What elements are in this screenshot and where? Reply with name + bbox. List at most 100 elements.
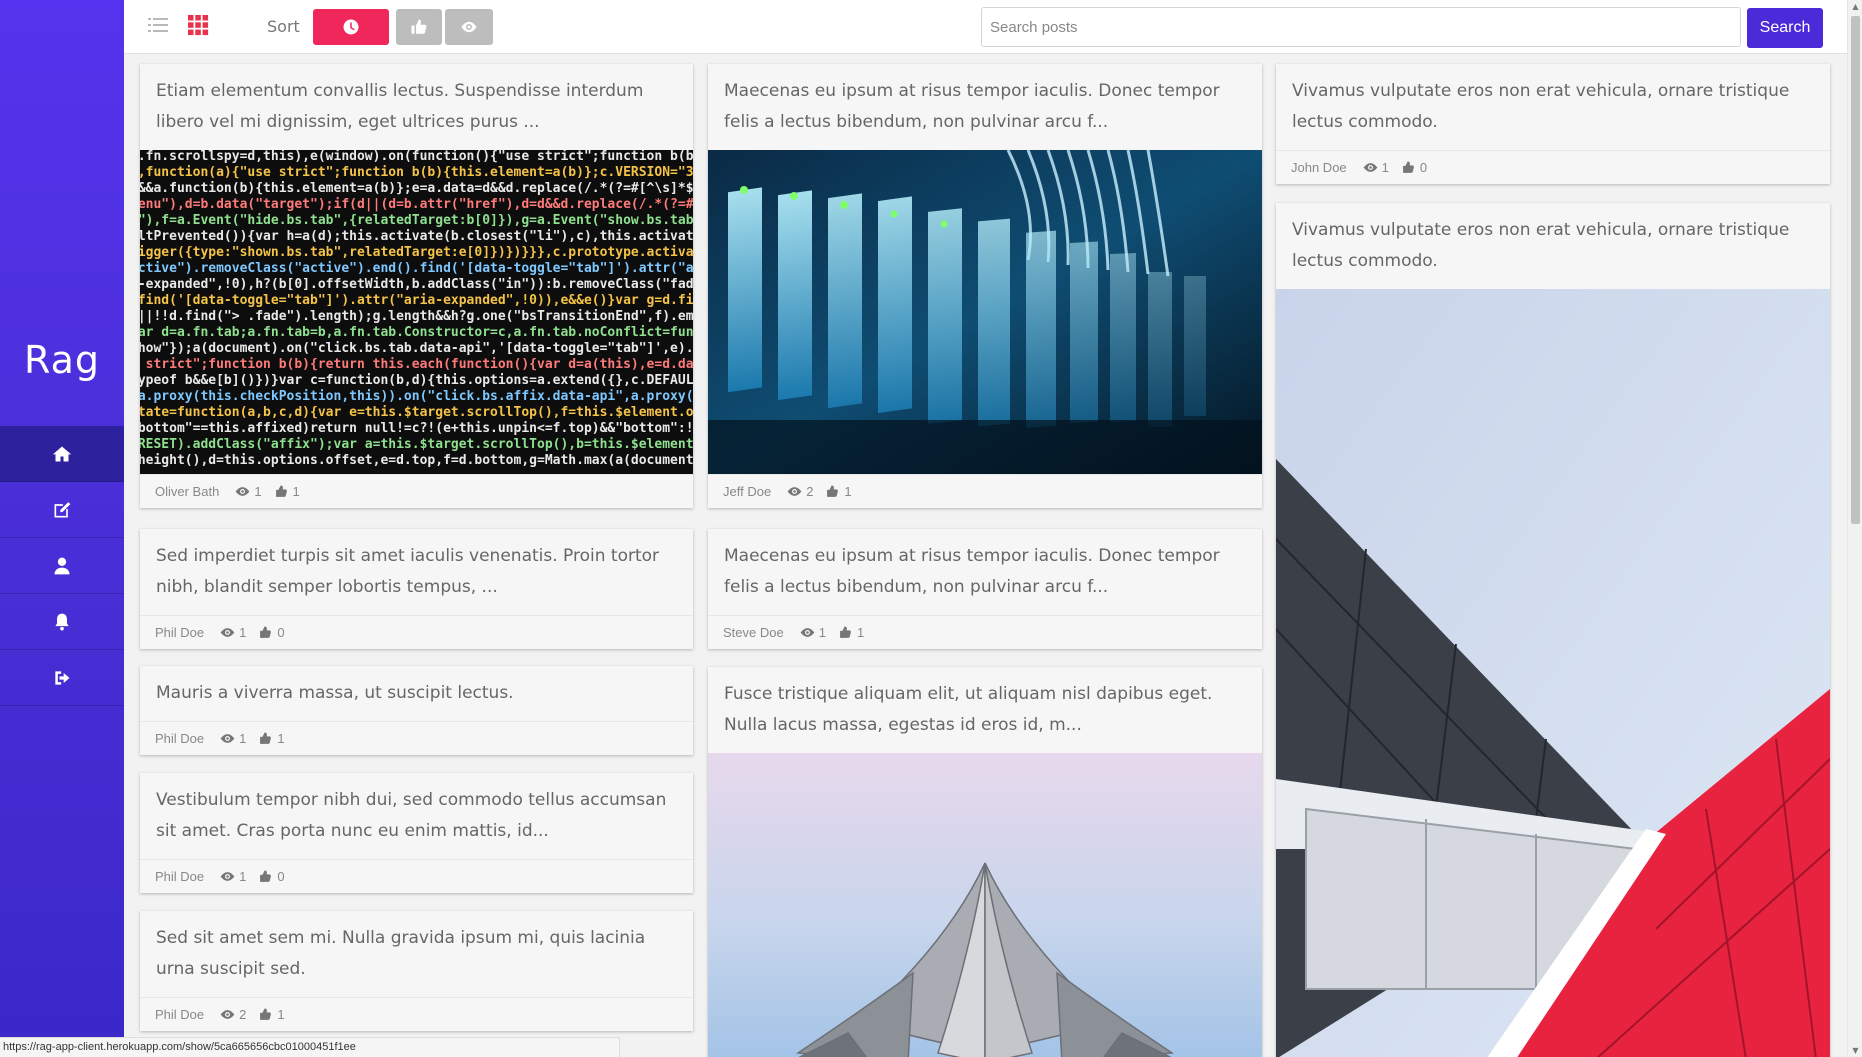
svg-text:e strict";function b(b){return: e strict";function b(b){return this.each… [140, 357, 693, 372]
post-author: Steve Doe [723, 625, 784, 640]
like-count: 1 [292, 484, 300, 499]
post-meta: Phil Doe 1 0 [140, 615, 693, 649]
grid-icon [188, 15, 209, 36]
svg-text:active").removeClass("active"): active").removeClass("active").end().fin… [140, 261, 693, 276]
thumbs-up-icon [827, 485, 839, 497]
post-author: John Doe [1291, 160, 1347, 175]
sort-by-date-button[interactable] [313, 9, 389, 45]
post-card[interactable]: Fusce tristique aliquam elit, ut aliquam… [708, 667, 1262, 1057]
svg-text:)||!!d.find("> .fade").length): )||!!d.find("> .fade").length);g.length&… [140, 309, 693, 324]
post-card[interactable]: Maecenas eu ipsum at risus tempor iaculi… [708, 64, 1262, 508]
bell-icon [55, 613, 69, 630]
like-count: 1 [277, 731, 285, 746]
svg-text:a&&a.function(b){this.element=: a&&a.function(b){this.element=a(b)};e=a.… [140, 181, 693, 196]
post-excerpt: Sed imperdiet turpis sit amet iaculis ve… [140, 529, 693, 615]
view-count: 1 [818, 625, 826, 640]
sidebar-item-notifications[interactable] [0, 594, 124, 650]
svg-text:ultPrevented()){var h=a(d);thi: ultPrevented()){var h=a(d);this.activate… [140, 229, 693, 244]
svg-text:typeof b&&e[b]()})}var c=funct: typeof b&&e[b]()})}var c=function(b,d){t… [140, 373, 693, 388]
app-logo: Rag [24, 338, 100, 382]
post-card[interactable]: Sed imperdiet turpis sit amet iaculis ve… [140, 529, 693, 649]
like-count: 0 [277, 869, 285, 884]
post-author: Phil Doe [155, 1007, 205, 1022]
view-count: 1 [239, 625, 247, 640]
post-meta: John Doe 1 0 [1276, 150, 1830, 184]
clock-icon [343, 19, 359, 35]
post-author: Phil Doe [155, 731, 205, 746]
home-icon [52, 446, 72, 461]
scroll-down-arrow-icon[interactable]: ▼ [1851, 1046, 1860, 1055]
list-view-button[interactable] [147, 14, 169, 36]
post-card[interactable]: Mauris a viverra massa, ut suscipit lect… [140, 666, 693, 755]
post-image [708, 753, 1262, 1057]
post-author: Oliver Bath [155, 484, 220, 499]
view-count: 1 [254, 484, 262, 499]
post-excerpt: Sed sit amet sem mi. Nulla gravida ipsum… [140, 911, 693, 997]
scrollbar-thumb[interactable] [1851, 16, 1860, 524]
svg-text:.find('[data-toggle="tab"]').a: .find('[data-toggle="tab"]').attr("aria-… [140, 293, 693, 308]
eye-icon [1363, 163, 1378, 172]
sidebar-item-logout[interactable] [0, 650, 124, 706]
grid-view-button[interactable] [187, 14, 209, 36]
view-count: 1 [239, 731, 247, 746]
svg-text:"bottom"==this.affixed)return: "bottom"==this.affixed)return null!=c?!(… [140, 421, 693, 436]
thumbs-up-icon [260, 870, 272, 882]
view-count: 1 [1381, 160, 1389, 175]
post-meta: Oliver Bath 1 1 [140, 474, 693, 508]
svg-text:State=function(a,b,c,d){var e=: State=function(a,b,c,d){var e=this.$targ… [140, 405, 693, 420]
list-icon [148, 18, 168, 32]
post-meta: Phil Doe 2 1 [140, 997, 693, 1031]
svg-text:show"});a(document).on("click.: show"});a(document).on("click.bs.tab.dat… [140, 341, 693, 356]
svg-text:),function(a){"use strict";fun: ),function(a){"use strict";function b(b)… [140, 165, 693, 180]
svg-text:.height(),d=this.options.offse: .height(),d=this.options.offset,e=d.top,… [140, 453, 693, 468]
like-count: 0 [277, 625, 285, 640]
post-image [708, 150, 1262, 474]
svg-text:var d=a.fn.tab;a.fn.tab=b,a.fn: var d=a.fn.tab;a.fn.tab=b,a.fn.tab.Const… [140, 325, 693, 340]
post-card[interactable]: Etiam elementum convallis lectus. Suspen… [140, 64, 693, 508]
sidebar-item-profile[interactable] [0, 538, 124, 594]
thumbs-up-icon [840, 626, 851, 638]
view-count: 2 [239, 1007, 247, 1022]
page-scrollbar[interactable]: ▲ ▼ [1847, 0, 1862, 1057]
sort-by-views-button[interactable] [445, 9, 493, 45]
thumbs-up-icon [1402, 161, 1414, 173]
svg-text:rigger({type:"shown.bs.tab",re: rigger({type:"shown.bs.tab",relatedTarge… [140, 245, 693, 260]
toolbar: Sort Search [124, 0, 1847, 54]
sidebar-item-new-post[interactable] [0, 482, 124, 538]
post-card[interactable]: Maecenas eu ipsum at risus tempor iaculi… [708, 529, 1262, 649]
post-meta: Steve Doe 1 1 [708, 615, 1262, 649]
eye-icon [220, 1010, 235, 1019]
sort-label: Sort [267, 17, 300, 36]
post-image [1276, 289, 1830, 1057]
post-card[interactable]: Sed sit amet sem mi. Nulla gravida ipsum… [140, 911, 693, 1031]
post-excerpt: Vivamus vulputate eros non erat vehicula… [1276, 203, 1830, 289]
search-input[interactable] [981, 7, 1741, 47]
svg-text:a.fn.scrollspy=d,this),e(windo: a.fn.scrollspy=d,this),e(window).on(func… [140, 150, 693, 164]
svg-text:,a.proxy(this.checkPosition,th: ,a.proxy(this.checkPosition,this)).on("c… [140, 389, 693, 404]
svg-text:.RESET).addClass("affix");var: .RESET).addClass("affix");var a=this.$ta… [140, 437, 693, 452]
eye-icon [220, 628, 235, 637]
like-count: 0 [1419, 160, 1428, 175]
thumbs-up-icon [260, 1008, 272, 1020]
post-author: Phil Doe [155, 869, 205, 884]
search-button[interactable]: Search [1747, 8, 1823, 48]
post-meta: Phil Doe 1 1 [140, 721, 693, 755]
post-card[interactable]: Vestibulum tempor nibh dui, sed commodo … [140, 773, 693, 893]
post-excerpt: Vestibulum tempor nibh dui, sed commodo … [140, 773, 693, 859]
post-excerpt: Fusce tristique aliquam elit, ut aliquam… [708, 667, 1262, 753]
view-count: 2 [806, 484, 814, 499]
post-meta: Jeff Doe 2 1 [708, 474, 1262, 508]
sidebar-item-home[interactable] [0, 426, 124, 482]
post-excerpt: Vivamus vulputate eros non erat vehicula… [1276, 64, 1830, 150]
sign-out-icon [55, 670, 70, 685]
post-card[interactable]: Vivamus vulputate eros non erat vehicula… [1276, 64, 1830, 184]
scroll-up-arrow-icon[interactable]: ▲ [1851, 2, 1860, 11]
thumbs-up-icon [275, 485, 287, 497]
sort-by-likes-button[interactable] [396, 9, 442, 45]
link-status-bar: https://rag-app-client.herokuapp.com/sho… [0, 1037, 620, 1057]
post-card[interactable]: Vivamus vulputate eros non erat vehicula… [1276, 203, 1830, 1057]
like-count: 1 [856, 625, 865, 640]
thumbs-up-icon [411, 19, 427, 34]
sidebar: Rag [0, 0, 124, 1057]
svg-text:a-expanded",!0),h?(b[0].offset: a-expanded",!0),h?(b[0].offsetWidth,b.ad… [140, 277, 693, 292]
